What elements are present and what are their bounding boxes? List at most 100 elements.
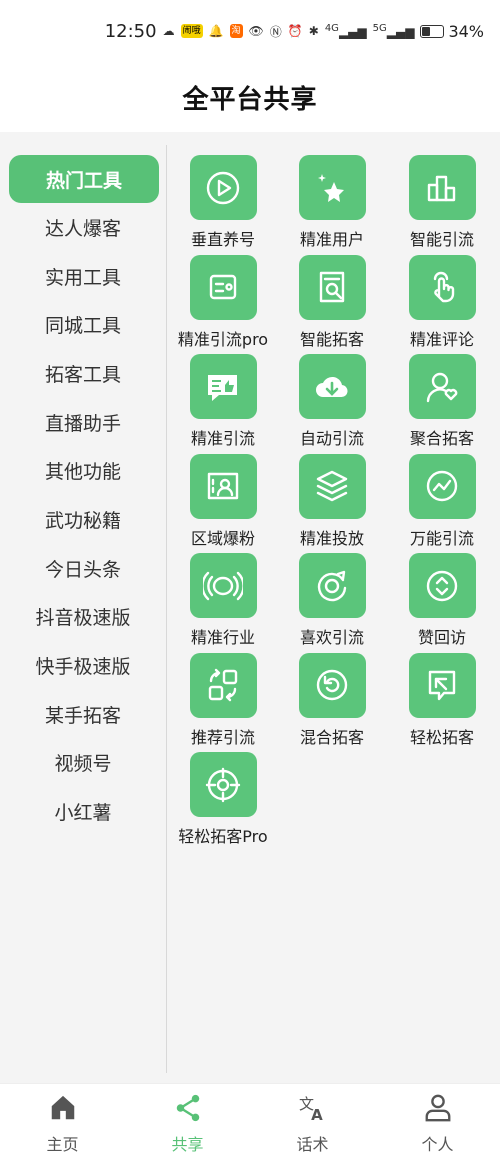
page-title: 全平台共享: [182, 84, 318, 115]
sidebar-item[interactable]: 实用工具: [0, 252, 166, 301]
tool-tile[interactable]: 混合拓客: [277, 648, 387, 748]
cloud-download-icon: [298, 354, 366, 419]
svg-text:A: A: [311, 1106, 323, 1123]
sidebar-item[interactable]: 其他功能: [0, 446, 166, 495]
tool-label: 区域爆粉: [190, 528, 255, 548]
taobao-icon: 淘: [229, 24, 243, 38]
sidebar-item[interactable]: 小红薯: [0, 787, 166, 836]
sidebar-item[interactable]: 视频号: [0, 739, 166, 788]
tap-hand-icon: [408, 254, 476, 320]
crosshair-icon: [189, 752, 257, 817]
tool-label: 精准评论: [409, 329, 474, 349]
tool-label: 精准引流pro: [177, 329, 269, 349]
tool-tile[interactable]: 精准引流: [168, 349, 278, 449]
tool-label: 混合拓客: [299, 727, 364, 747]
signal-5g-icon: 5G▂▄▆: [372, 23, 415, 39]
sidebar-item[interactable]: 武功秘籍: [0, 495, 166, 544]
profile-frame-icon: [189, 453, 257, 519]
nav-tab[interactable]: 主页: [0, 1084, 125, 1163]
nav-tab[interactable]: 共享: [125, 1084, 250, 1163]
tool-label: 轻松拓客: [409, 727, 474, 747]
tool-label: 精准投放: [299, 528, 364, 548]
tool-tile[interactable]: 智能引流: [387, 150, 497, 250]
tool-tile[interactable]: 赞回访: [387, 548, 497, 648]
nav-tab[interactable]: 个人: [375, 1084, 500, 1163]
category-sidebar: 热门工具 达人爆客 实用工具 同城工具 拓客工具 直播助手 其他功能 武功秘籍 今日头条 抖音极速…: [0, 148, 166, 836]
tool-tile[interactable]: 自动引流: [277, 349, 387, 449]
tool-label: 推荐引流: [190, 727, 255, 747]
status-time: 12:50: [104, 20, 157, 42]
sidebar-item[interactable]: 今日头条: [0, 544, 166, 593]
app-notification-icon: 闹哦: [180, 24, 203, 38]
sidebar-item[interactable]: 某手拓客: [0, 690, 166, 739]
person-icon: [423, 1093, 453, 1127]
tool-label: 垂直养号: [190, 230, 255, 249]
tool-tile[interactable]: 轻松拓客Pro: [168, 747, 278, 847]
sidebar-item[interactable]: 快手极速版: [0, 641, 166, 690]
tool-label: 轻松拓客Pro: [178, 827, 268, 846]
tool-tile[interactable]: 垂直养号: [168, 150, 278, 250]
tool-label: 聚合拓客: [409, 429, 474, 448]
target-refresh-icon: [298, 553, 366, 618]
tool-tile[interactable]: 喜欢引流: [277, 548, 387, 648]
sidebar-item[interactable]: 直播助手: [0, 398, 166, 447]
signal-4g-icon: 4G▂▄▆: [324, 23, 367, 39]
sidebar-item[interactable]: 拓客工具: [0, 349, 166, 398]
tool-tile[interactable]: 精准用户: [277, 150, 387, 250]
bell-icon: 🔔: [208, 24, 224, 38]
return-bubble-icon: [408, 652, 476, 718]
tool-label: 精准行业: [190, 628, 255, 647]
sidebar-item[interactable]: 同城工具: [0, 300, 166, 349]
notification-cloud-icon: ☁: [162, 24, 175, 38]
tool-label: 智能引流: [409, 230, 474, 249]
nav-label: 个人: [421, 1134, 454, 1154]
tool-tile[interactable]: 轻松拓客: [387, 648, 497, 748]
battery-percent: 34%: [448, 21, 484, 41]
nav-tab[interactable]: 文 A 话术: [250, 1084, 375, 1163]
bar-chart-icon: [408, 155, 476, 220]
battery-icon: [420, 24, 445, 38]
sidebar-item[interactable]: 热门工具: [9, 155, 159, 203]
status-icons: ☁ 闹哦 🔔 淘 👁 Ⓝ ⏰ ✱ 4G▂▄▆ 5G▂▄▆ 34%: [163, 22, 484, 41]
tool-label: 精准用户: [299, 230, 364, 249]
layers-icon: [298, 453, 366, 519]
share-icon: [173, 1093, 203, 1127]
tool-label: 喜欢引流: [299, 628, 364, 647]
broadcast-icon: [189, 553, 257, 618]
tool-tile[interactable]: 精准评论: [387, 250, 497, 350]
tool-tile[interactable]: 推荐引流: [168, 648, 278, 748]
tool-tile[interactable]: 精准投放: [277, 449, 387, 549]
tool-label: 智能拓客: [299, 329, 364, 349]
nav-label: 主页: [46, 1134, 79, 1154]
battery-indicator: 34%: [420, 22, 484, 41]
eye-icon: 👁: [248, 24, 264, 38]
translate-icon: 文A: [298, 1093, 328, 1127]
tool-tile[interactable]: 精准引流pro: [168, 250, 278, 350]
swap-squares-icon: [189, 652, 257, 718]
tool-tile[interactable]: 聚合拓客: [387, 349, 497, 449]
id-card-icon: [189, 254, 257, 320]
scroll-up-down-icon: [408, 553, 476, 618]
tool-tile[interactable]: 精准行业: [168, 548, 278, 648]
tool-label: 自动引流: [299, 429, 364, 448]
tool-label: 赞回访: [417, 628, 466, 647]
status-bar: 12:50 ☁ 闹哦 🔔 淘 👁 Ⓝ ⏰ ✱ 4G▂▄▆ 5G▂▄▆ 34%: [0, 0, 500, 62]
tool-tile[interactable]: 智能拓客: [277, 250, 387, 350]
nfc-icon: Ⓝ: [269, 24, 282, 39]
bluetooth-icon: ✱: [308, 24, 319, 38]
document-search-icon: [298, 254, 366, 320]
tool-label: 精准引流: [190, 429, 255, 448]
nav-label: 共享: [171, 1134, 204, 1154]
sidebar-item[interactable]: 抖音极速版: [0, 593, 166, 642]
sidebar-item[interactable]: 达人爆客: [0, 203, 166, 252]
play-circle-icon: [189, 155, 257, 220]
chat-thumbs-up-icon: [189, 354, 257, 419]
user-heart-icon: [408, 354, 476, 419]
bottom-nav: 主页 共享 文 A 话术 个人: [0, 1083, 500, 1163]
tool-tile[interactable]: 区域爆粉: [168, 449, 278, 549]
trend-circle-icon: [408, 453, 476, 519]
tool-tile[interactable]: 万能引流: [387, 449, 497, 549]
nav-label: 话术: [296, 1134, 329, 1154]
undo-circle-icon: [298, 652, 366, 718]
page-header: 全平台共享: [0, 62, 500, 132]
